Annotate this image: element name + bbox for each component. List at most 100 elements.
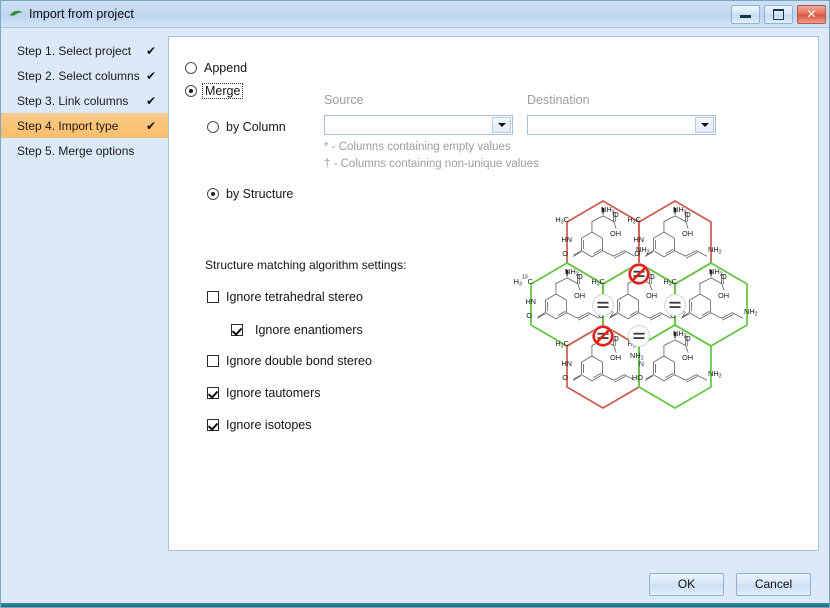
chevron-down-icon[interactable]	[492, 117, 511, 133]
structure-match-honeycomb: NH2 H3C O OH HN O NH2 NH2 H3C O OH HN O …	[391, 180, 811, 550]
checkbox-ignore-double-bond-stereo[interactable]: Ignore double bond stereo	[207, 354, 372, 368]
badge-equal-right	[664, 294, 686, 316]
window-title: Import from project	[29, 7, 134, 21]
ok-button[interactable]: OK	[649, 572, 724, 596]
check-icon: ✔	[145, 43, 157, 58]
radio-merge[interactable]: Merge	[185, 83, 244, 99]
radio-append[interactable]: Append	[185, 61, 247, 75]
dialog-footer: OK Cancel	[1, 561, 829, 607]
wizard-steps-sidebar: Step 1. Select project ✔ Step 2. Select …	[1, 28, 168, 561]
checkbox-label: Ignore tautomers	[226, 386, 321, 400]
svg-text:O: O	[562, 373, 568, 382]
checkbox-label: Ignore enantiomers	[255, 323, 363, 337]
checkbox-ignore-isotopes[interactable]: Ignore isotopes	[207, 418, 311, 432]
sidebar-item-step-2[interactable]: Step 2. Select columns ✔	[1, 63, 168, 88]
svg-text:H313C: H313C	[514, 275, 534, 288]
title-bar: Import from project ✕	[1, 1, 829, 28]
close-button[interactable]: ✕	[797, 4, 826, 24]
check-icon: ✔	[145, 68, 157, 83]
badge-not-equal-top	[628, 263, 650, 285]
sidebar-item-label: Step 1. Select project	[17, 43, 132, 58]
sidebar-item-step-5[interactable]: Step 5. Merge options	[1, 138, 168, 163]
sidebar-item-step-3[interactable]: Step 3. Link columns ✔	[1, 88, 168, 113]
radio-by-structure-indicator	[207, 188, 219, 200]
destination-select[interactable]	[527, 115, 716, 135]
svg-text:O: O	[613, 210, 619, 219]
badge-equal-left	[592, 294, 614, 316]
badge-not-equal-bottom	[592, 325, 614, 347]
svg-text:HN: HN	[525, 297, 536, 306]
svg-text:OH: OH	[718, 291, 729, 300]
checkbox-ignore-tautomers[interactable]: Ignore tautomers	[207, 386, 321, 400]
sidebar-item-label: Step 4. Import type	[17, 118, 119, 133]
radio-by-column-indicator	[207, 121, 219, 133]
chevron-down-icon[interactable]	[695, 117, 714, 133]
svg-text:H3C: H3C	[555, 339, 569, 350]
svg-text:OH: OH	[682, 229, 693, 238]
radio-append-indicator	[185, 62, 197, 74]
svg-text:H3C: H3C	[663, 277, 677, 288]
svg-text:H3C: H3C	[591, 277, 605, 288]
cancel-button[interactable]: Cancel	[736, 572, 811, 596]
checkbox-label: Ignore double bond stereo	[226, 354, 372, 368]
radio-merge-indicator	[185, 85, 197, 97]
import-type-panel: Append Merge by Column Source Destinatio…	[168, 36, 819, 551]
svg-text:OH: OH	[610, 229, 621, 238]
svg-text:NH2: NH2	[744, 307, 758, 318]
import-from-project-dialog: Import from project ✕ Step 1. Select pro…	[0, 0, 830, 608]
checkbox-indicator	[207, 419, 219, 431]
checkbox-indicator	[207, 355, 219, 367]
svg-text:O: O	[577, 272, 583, 281]
svg-text:HO: HO	[632, 373, 643, 382]
svg-text:OH: OH	[574, 291, 585, 300]
svg-text:O: O	[634, 249, 640, 258]
svg-text:H3C: H3C	[627, 215, 641, 226]
svg-text:O: O	[721, 272, 727, 281]
checkbox-label: Ignore isotopes	[226, 418, 312, 432]
svg-text:HN: HN	[633, 235, 644, 244]
dialog-body: Step 1. Select project ✔ Step 2. Select …	[1, 28, 829, 561]
checkbox-indicator	[207, 387, 219, 399]
minimize-icon	[740, 15, 751, 18]
svg-text:NH2: NH2	[708, 245, 722, 256]
maximize-icon	[773, 8, 784, 20]
badge-equal-bottom	[628, 325, 650, 347]
source-select[interactable]	[324, 115, 513, 135]
sidebar-item-step-4[interactable]: Step 4. Import type ✔	[1, 113, 168, 138]
sidebar-item-step-1[interactable]: Step 1. Select project ✔	[1, 38, 168, 63]
radio-merge-label: Merge	[202, 83, 244, 99]
svg-text:NH2: NH2	[708, 369, 722, 380]
checkbox-indicator	[231, 324, 243, 336]
svg-text:O: O	[526, 311, 532, 320]
svg-text:HN: HN	[561, 235, 572, 244]
status-bar	[1, 603, 829, 607]
minimize-button[interactable]	[731, 4, 760, 24]
svg-text:OH: OH	[610, 353, 621, 362]
svg-text:O: O	[685, 210, 691, 219]
sidebar-item-label: Step 3. Link columns	[17, 93, 129, 108]
maximize-button[interactable]	[764, 4, 793, 24]
settings-title: Structure matching algorithm settings:	[205, 258, 407, 272]
leaf-icon	[8, 6, 24, 22]
check-icon: ✔	[145, 93, 157, 108]
radio-append-label: Append	[204, 61, 248, 75]
svg-text:OH: OH	[646, 291, 657, 300]
checkbox-indicator	[207, 291, 219, 303]
radio-by-column[interactable]: by Column	[207, 120, 286, 134]
sidebar-item-label: Step 2. Select columns	[17, 68, 140, 83]
source-label: Source	[324, 93, 364, 107]
check-icon: ✔	[145, 118, 157, 133]
checkbox-label: Ignore tetrahedral stereo	[226, 290, 363, 304]
checkbox-ignore-tetrahedral-stereo[interactable]: Ignore tetrahedral stereo	[207, 290, 363, 304]
svg-text:O: O	[562, 249, 568, 258]
sidebar-item-label: Step 5. Merge options	[17, 143, 135, 158]
radio-by-structure-label: by Structure	[226, 187, 294, 201]
close-icon: ✕	[806, 7, 817, 21]
radio-by-structure[interactable]: by Structure	[207, 187, 293, 201]
checkbox-ignore-enantiomers[interactable]: Ignore enantiomers	[231, 323, 363, 337]
hint-empty-values: * - Columns containing empty values	[324, 141, 511, 153]
window-controls: ✕	[731, 4, 826, 24]
svg-text:HN: HN	[561, 359, 572, 368]
radio-by-column-label: by Column	[226, 120, 286, 134]
hint-non-unique-values: † - Columns containing non-unique values	[324, 158, 539, 170]
